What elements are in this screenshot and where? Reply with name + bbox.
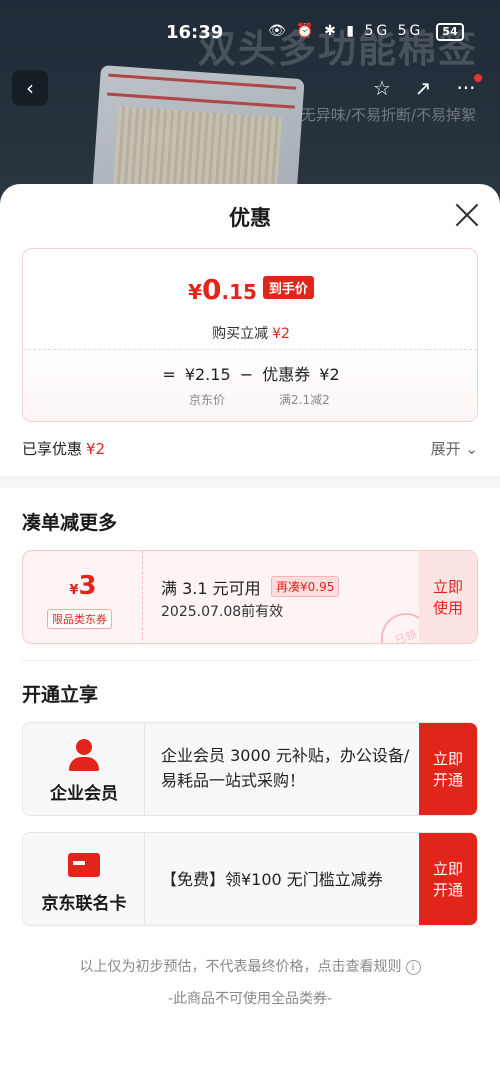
expand-button[interactable]: 展开 ⌄ <box>431 438 478 459</box>
share-button[interactable]: ↗ <box>405 70 441 106</box>
favorite-button[interactable]: ☆ <box>364 70 400 106</box>
section-gap <box>0 476 500 488</box>
jd-cobrand-card[interactable]: 京东联名卡 【免费】领¥100 无门槛立减券 立即 开通 <box>22 832 478 926</box>
enterprise-member-badge: 企业会员 <box>23 723 145 815</box>
sheet-title: 优惠 <box>229 206 271 230</box>
coupon-extra-badge: 再凑¥0.95 <box>271 576 340 597</box>
status-time: 16:39 <box>166 22 224 43</box>
price-rule-text: 以上仅为初步预估，不代表最终价格，点击查看规则 <box>79 959 402 975</box>
jd-cobrand-badge: 京东联名卡 <box>23 833 145 925</box>
product-banner-subtitle: 无异味/不易折断/不易掉絮 <box>300 106 476 124</box>
status-bar: 16:39 👁 ⏰ ✱ ▮ 5G 5G 54 <box>0 20 500 48</box>
saved-label: 购买立减 <box>212 326 269 342</box>
enterprise-member-card[interactable]: 企业会员 企业会员 3000 元补贴，办公设备/易耗品一站式采购！ 立即 开通 <box>22 722 478 816</box>
coupon-amount-area: ¥3 限品类东券 <box>23 551 143 643</box>
enterprise-member-label: 企业会员 <box>50 784 118 804</box>
final-price-tag: 到手价 <box>262 276 314 299</box>
enterprise-member-text: 企业会员 3000 元补贴，办公设备/易耗品一站式采购！ <box>161 746 410 790</box>
final-price-currency: ¥ <box>188 280 202 304</box>
info-icon: i <box>405 960 421 975</box>
enjoyed-discount: 已享优惠 ¥2 <box>22 438 105 459</box>
category-coupon-note: -此商品不可使用全品类券- <box>167 991 333 1007</box>
coupon-condition: 满 3.1 元可用 <box>161 579 261 598</box>
saved-amount: 购买立减 ¥2 <box>23 323 479 343</box>
coupon-rule-label: 满2.1减2 <box>279 393 330 407</box>
battery-icon: 54 <box>436 23 464 41</box>
price-card: ¥0.15 到手价 购买立减 ¥2 = ¥2.15 − 优惠券 ¥2 京东价 满2.… <box>22 248 478 422</box>
discount-sheet: 优惠 ¥0.15 到手价 购买立减 ¥2 = ¥2.15 − 优惠券 ¥2 京东价 … <box>0 184 500 1085</box>
final-price-integer: 0 <box>201 273 222 306</box>
saved-value: ¥2 <box>272 326 290 342</box>
chevron-left-icon: ‹ <box>26 76 34 100</box>
open-cobrand-button-line1: 立即 <box>432 860 463 878</box>
section-title-more-discount: 凑单减更多 <box>22 512 118 534</box>
person-icon <box>68 739 100 771</box>
open-cobrand-button-line2: 开通 <box>432 881 463 899</box>
enjoyed-value: ¥2 <box>86 440 106 458</box>
final-price-decimal: .15 <box>221 280 257 304</box>
more-icon: ··· <box>456 76 476 100</box>
final-price: ¥0.15 到手价 <box>23 273 479 306</box>
close-icon[interactable] <box>454 202 480 228</box>
jd-cobrand-label: 京东联名卡 <box>41 894 127 914</box>
coupon-expiry: 2025.07.08前有效 <box>161 604 284 620</box>
jd-price-label: 京东价 <box>189 393 226 407</box>
enjoyed-label: 已享优惠 <box>22 440 83 458</box>
price-divider <box>23 349 477 350</box>
open-cobrand-button[interactable]: 立即 开通 <box>419 833 477 925</box>
back-button[interactable]: ‹ <box>12 70 48 106</box>
section-divider <box>22 660 478 661</box>
section-title-open-benefits: 开通立享 <box>22 684 99 706</box>
notification-dot <box>474 74 482 82</box>
share-icon: ↗ <box>414 76 432 100</box>
open-enterprise-button-line2: 开通 <box>432 771 463 789</box>
status-icons: 👁 ⏰ ✱ ▮ 5G 5G <box>268 23 424 39</box>
jd-cobrand-text: 【免费】领¥100 无门槛立减券 <box>161 870 383 889</box>
coupon-amount-value: 3 <box>78 571 97 601</box>
coupon-card[interactable]: ¥3 限品类东券 满 3.1 元可用 再凑¥0.95 2025.07.08前有效… <box>22 550 478 644</box>
credit-card-icon <box>68 849 100 881</box>
price-formula: = ¥2.15 − 优惠券 ¥2 <box>162 365 340 384</box>
use-coupon-button[interactable]: 立即 使用 <box>419 551 477 643</box>
open-enterprise-button-line1: 立即 <box>432 750 463 768</box>
coupon-amount: ¥3 <box>23 571 143 601</box>
price-rule-link[interactable]: 以上仅为初步预估，不代表最终价格，点击查看规则 i <box>0 956 500 976</box>
star-icon: ☆ <box>373 76 391 100</box>
coupon-kind-badge: 限品类东券 <box>47 609 112 629</box>
open-enterprise-button[interactable]: 立即 开通 <box>419 723 477 815</box>
